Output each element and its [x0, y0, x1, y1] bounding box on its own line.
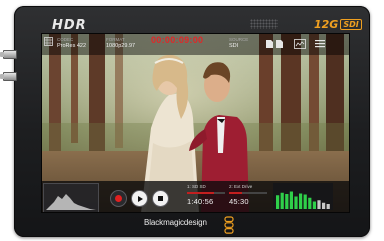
audio-meter-bar [303, 194, 307, 209]
codec-label: CODEC [57, 37, 74, 42]
record-button[interactable] [110, 190, 127, 207]
format-label: FORMAT [106, 37, 125, 42]
histogram-panel[interactable] [43, 183, 99, 213]
slot-1-capacity-fill [187, 192, 214, 194]
slot-2-capacity-fill [229, 192, 243, 194]
format-indicator[interactable]: FORMAT 1080p29.97 [106, 36, 135, 50]
audio-meter-bar [289, 191, 293, 209]
hdr-logo: HDR [52, 18, 87, 33]
record-icon [115, 195, 122, 202]
menu-icon[interactable] [315, 39, 325, 48]
audio-meter-bar [308, 197, 312, 209]
audio-meter-bar [276, 195, 280, 209]
stop-icon [158, 196, 163, 201]
source-label: SOURCE [229, 37, 249, 42]
touchscreen[interactable]: CODEC ProRes 422 FORMAT 1080p29.97 00:00… [41, 33, 350, 213]
slot-2-name: 2: Ext Drive [229, 184, 253, 189]
12g-sdi-badge: 12G SDI [314, 17, 362, 31]
bnc-connector-bottom [0, 72, 17, 81]
transport-bar: 1: SD SD 1:40:56 2: Ext Drive 45:30 [41, 181, 350, 213]
audio-meter-bar [326, 204, 330, 209]
bmd-logo-icon [224, 216, 234, 234]
slot-2-time: 45:30 [229, 197, 249, 206]
media-slot-1[interactable]: 1: SD SD 1:40:56 [187, 184, 227, 210]
codec-indicator[interactable]: CODEC ProRes 422 [57, 36, 86, 50]
audio-meter-bar [285, 194, 289, 209]
scope-icon[interactable] [294, 39, 306, 49]
source-value: SDI [229, 43, 239, 49]
badge-number: 12G [314, 17, 339, 31]
audio-meter-bar [312, 201, 316, 209]
audio-meter-bar [299, 193, 303, 209]
grid-icon[interactable] [44, 37, 53, 46]
slot-2-capacity-bar [229, 192, 267, 194]
histogram-icon [46, 194, 96, 210]
audio-meter-bar [294, 196, 298, 209]
timecode-value: 00:00:09:00 [151, 35, 204, 45]
timecode-display: 00:00:09:00 [151, 35, 204, 45]
play-icon [137, 195, 143, 202]
media-slot-2[interactable]: 2: Ext Drive 45:30 [229, 184, 269, 210]
slot-1-name: 1: SD SD [187, 184, 206, 189]
audio-meter-bar [280, 192, 284, 209]
codec-value: ProRes 422 [57, 43, 87, 49]
stop-button[interactable] [152, 190, 169, 207]
source-indicator[interactable]: SOURCE SDI [229, 36, 248, 50]
audio-meter-icon[interactable] [273, 183, 333, 210]
badge-suffix: SDI [340, 18, 362, 30]
status-topbar: CODEC ProRes 422 FORMAT 1080p29.97 00:00… [41, 33, 350, 55]
brand-wordmark: Blackmagicdesign [144, 218, 207, 227]
slot-1-capacity-bar [187, 192, 225, 194]
format-value: 1080p29.97 [106, 43, 136, 49]
audio-meter-bar [322, 202, 326, 209]
audio-meter-bar [317, 200, 321, 209]
play-button[interactable] [131, 190, 148, 207]
speaker-grille [250, 19, 278, 29]
sd-card-icon[interactable] [265, 39, 285, 49]
slot-1-time: 1:40:56 [187, 197, 214, 206]
bnc-connector-top [0, 50, 17, 59]
